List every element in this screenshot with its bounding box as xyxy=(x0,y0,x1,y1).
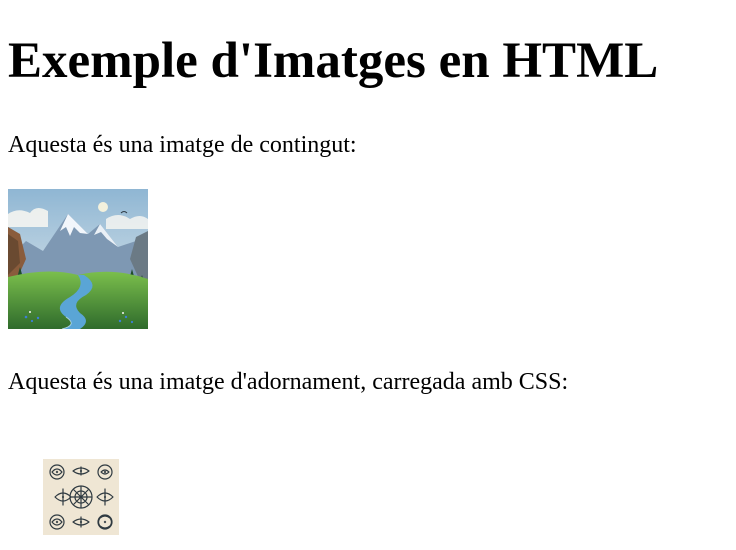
content-image-caption: Aquesta és una imatge de contingut: xyxy=(8,132,357,158)
decoration-image-caption: Aquesta és una imatge d'adornament, carr… xyxy=(8,369,569,395)
landscape-mountain-image xyxy=(8,189,148,329)
page-title: Exemple d'Imatges en HTML xyxy=(8,33,659,89)
ornament-tiles-image xyxy=(43,459,119,535)
